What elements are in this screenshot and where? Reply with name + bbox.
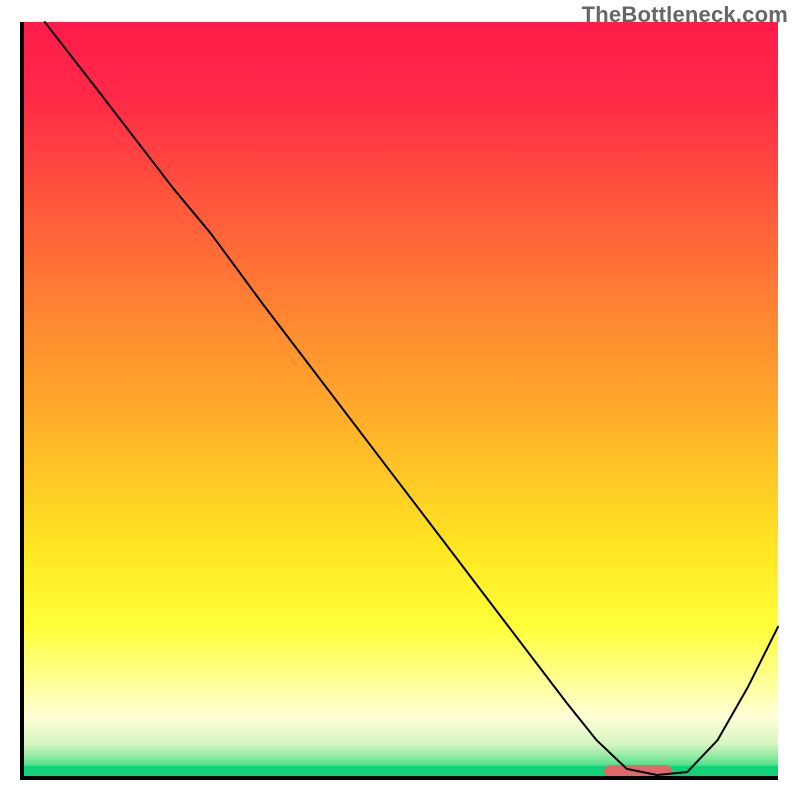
bottleneck-chart <box>0 0 800 800</box>
chart-container: TheBottleneck.com <box>0 0 800 800</box>
watermark-text: TheBottleneck.com <box>582 2 788 28</box>
plot-background <box>22 22 778 778</box>
